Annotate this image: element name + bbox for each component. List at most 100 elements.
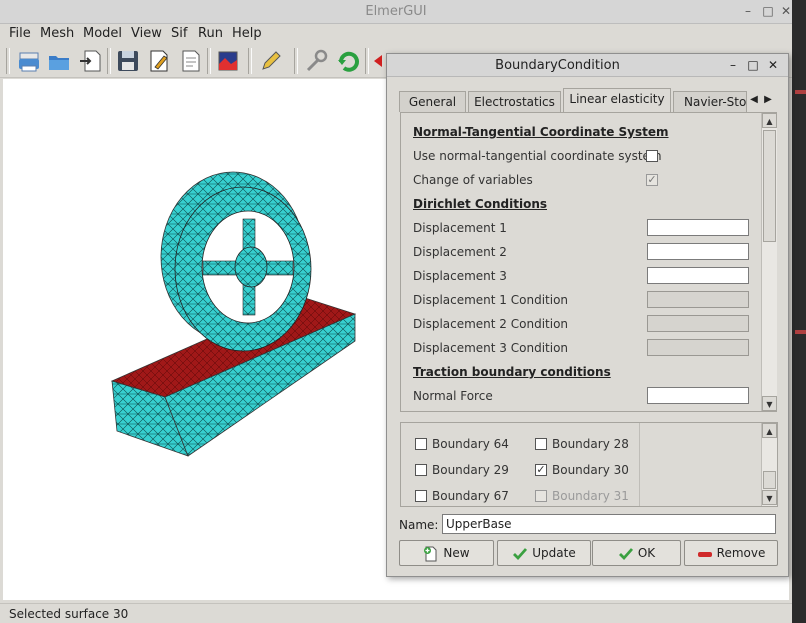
menu-sif[interactable]: Sif [171, 26, 187, 41]
image-icon[interactable] [215, 48, 241, 74]
refresh-icon[interactable] [336, 48, 362, 74]
tab-navier-stokes[interactable]: Navier-Stok [673, 91, 747, 112]
update-button-label: Update [532, 546, 576, 560]
ok-button-label: OK [637, 546, 656, 560]
boundary-condition-dialog: BoundaryCondition – □ ✕ General Electros… [386, 53, 789, 577]
boundary-28-label: Boundary 28 [552, 437, 629, 451]
displacement-3-input[interactable] [647, 267, 749, 284]
maximize-icon[interactable]: □ [745, 57, 761, 73]
toolbar-separator [107, 48, 111, 74]
displacement-3-condition-input[interactable] [647, 339, 749, 356]
boundary-30-label: Boundary 30 [552, 463, 629, 477]
section-dirichlet: Dirichlet Conditions [413, 197, 548, 211]
remove-button-label: Remove [716, 546, 766, 560]
displacement-2-condition-input[interactable] [647, 315, 749, 332]
boundary-list: Boundary 64 Boundary 28 Boundary 29 ✓ Bo… [400, 422, 778, 507]
statusbar: Selected surface 30 [0, 603, 792, 623]
boundary-67-label: Boundary 67 [432, 489, 509, 503]
boundary-29-checkbox[interactable] [415, 464, 427, 476]
change-of-variables-label: Change of variables [413, 173, 533, 187]
boundary-29-label: Boundary 29 [432, 463, 509, 477]
displacement-1-input[interactable] [647, 219, 749, 236]
scroll-down-icon[interactable]: ▼ [762, 396, 777, 411]
scrollbar-thumb[interactable] [763, 471, 776, 489]
menu-help[interactable]: Help [232, 26, 262, 41]
app-title: ElmerGUI [365, 4, 427, 19]
main-titlebar: ElmerGUI – □ ✕ [0, 0, 792, 24]
menu-model[interactable]: Model [83, 26, 122, 41]
menubar: File Mesh Model View Sif Run Help [0, 24, 792, 44]
import-icon[interactable] [78, 48, 104, 74]
section-traction: Traction boundary conditions [413, 365, 611, 379]
update-button[interactable]: Update [497, 540, 591, 566]
toolbar-separator [365, 48, 369, 74]
toolbar-separator [248, 48, 252, 74]
displacement-2-condition-label: Displacement 2 Condition [413, 317, 569, 331]
boundary-28-checkbox[interactable] [535, 438, 547, 450]
edit-icon[interactable] [146, 48, 172, 74]
desktop-mark [795, 90, 806, 94]
close-icon[interactable]: ✕ [765, 57, 781, 73]
document-icon[interactable] [178, 48, 204, 74]
dialog-title: BoundaryCondition [495, 58, 620, 73]
menu-mesh[interactable]: Mesh [40, 26, 74, 41]
menu-view[interactable]: View [131, 26, 162, 41]
pencil-icon[interactable] [258, 48, 284, 74]
displacement-1-condition-label: Displacement 1 Condition [413, 293, 569, 307]
boundary-31-checkbox [535, 490, 547, 502]
maximize-icon[interactable]: □ [760, 3, 776, 19]
remove-icon [697, 551, 712, 557]
name-label: Name: [399, 518, 439, 532]
displacement-3-label: Displacement 3 [413, 269, 507, 283]
dialog-titlebar[interactable]: BoundaryCondition – □ ✕ [387, 54, 788, 77]
tab-electrostatics[interactable]: Electrostatics [468, 91, 561, 112]
desktop-mark [795, 330, 806, 334]
tab-bar: General Electrostatics Linear elasticity… [399, 88, 777, 113]
new-button[interactable]: New [399, 540, 494, 566]
boundary-64-checkbox[interactable] [415, 438, 427, 450]
minimize-icon[interactable]: – [740, 3, 756, 19]
scroll-up-icon[interactable]: ▲ [762, 423, 777, 438]
remove-button[interactable]: Remove [684, 540, 778, 566]
status-text: Selected surface 30 [9, 607, 129, 621]
menu-run[interactable]: Run [198, 26, 223, 41]
normal-force-input[interactable] [647, 387, 749, 404]
tab-scroll-left-icon[interactable]: ◀ [747, 90, 761, 110]
new-document-icon [424, 546, 437, 561]
displacement-3-condition-label: Displacement 3 Condition [413, 341, 569, 355]
scrollbar-thumb[interactable] [763, 130, 776, 242]
tab-linear-elasticity[interactable]: Linear elasticity [563, 88, 671, 113]
scroll-up-icon[interactable]: ▲ [762, 113, 777, 128]
use-normal-tangential-checkbox[interactable] [646, 150, 658, 162]
boundary-scrollbar[interactable]: ▲ ▼ [761, 423, 777, 506]
displacement-1-label: Displacement 1 [413, 221, 507, 235]
displacement-2-label: Displacement 2 [413, 245, 507, 259]
use-normal-tangential-label: Use normal-tangential coordinate system [413, 149, 662, 163]
displacement-1-condition-input[interactable] [647, 291, 749, 308]
tab-scroll-right-icon[interactable]: ▶ [761, 90, 775, 110]
form-scrollbar[interactable]: ▲ ▼ [761, 113, 777, 411]
minimize-icon[interactable]: – [725, 57, 741, 73]
new-button-label: New [443, 546, 470, 560]
desktop-edge [792, 0, 806, 623]
normal-force-label: Normal Force [413, 389, 493, 403]
ok-button[interactable]: OK [592, 540, 681, 566]
boundary-64-label: Boundary 64 [432, 437, 509, 451]
open-icon[interactable] [46, 48, 72, 74]
boundary-30-checkbox[interactable]: ✓ [535, 464, 547, 476]
wrench-icon[interactable] [304, 48, 330, 74]
change-of-variables-checkbox[interactable]: ✓ [646, 174, 658, 186]
displacement-2-input[interactable] [647, 243, 749, 260]
linear-elasticity-form: Normal-Tangential Coordinate System Use … [400, 112, 777, 412]
toolbar-separator [207, 48, 211, 74]
checkmark-icon [618, 547, 633, 560]
boundary-67-checkbox[interactable] [415, 490, 427, 502]
checkmark-icon [513, 547, 528, 560]
scroll-down-icon[interactable]: ▼ [762, 490, 777, 505]
boundary-31-label: Boundary 31 [552, 489, 629, 503]
menu-file[interactable]: File [9, 26, 31, 41]
print-icon[interactable] [16, 48, 42, 74]
name-input[interactable] [442, 514, 776, 534]
save-icon[interactable] [115, 48, 141, 74]
tab-general[interactable]: General [399, 91, 466, 112]
